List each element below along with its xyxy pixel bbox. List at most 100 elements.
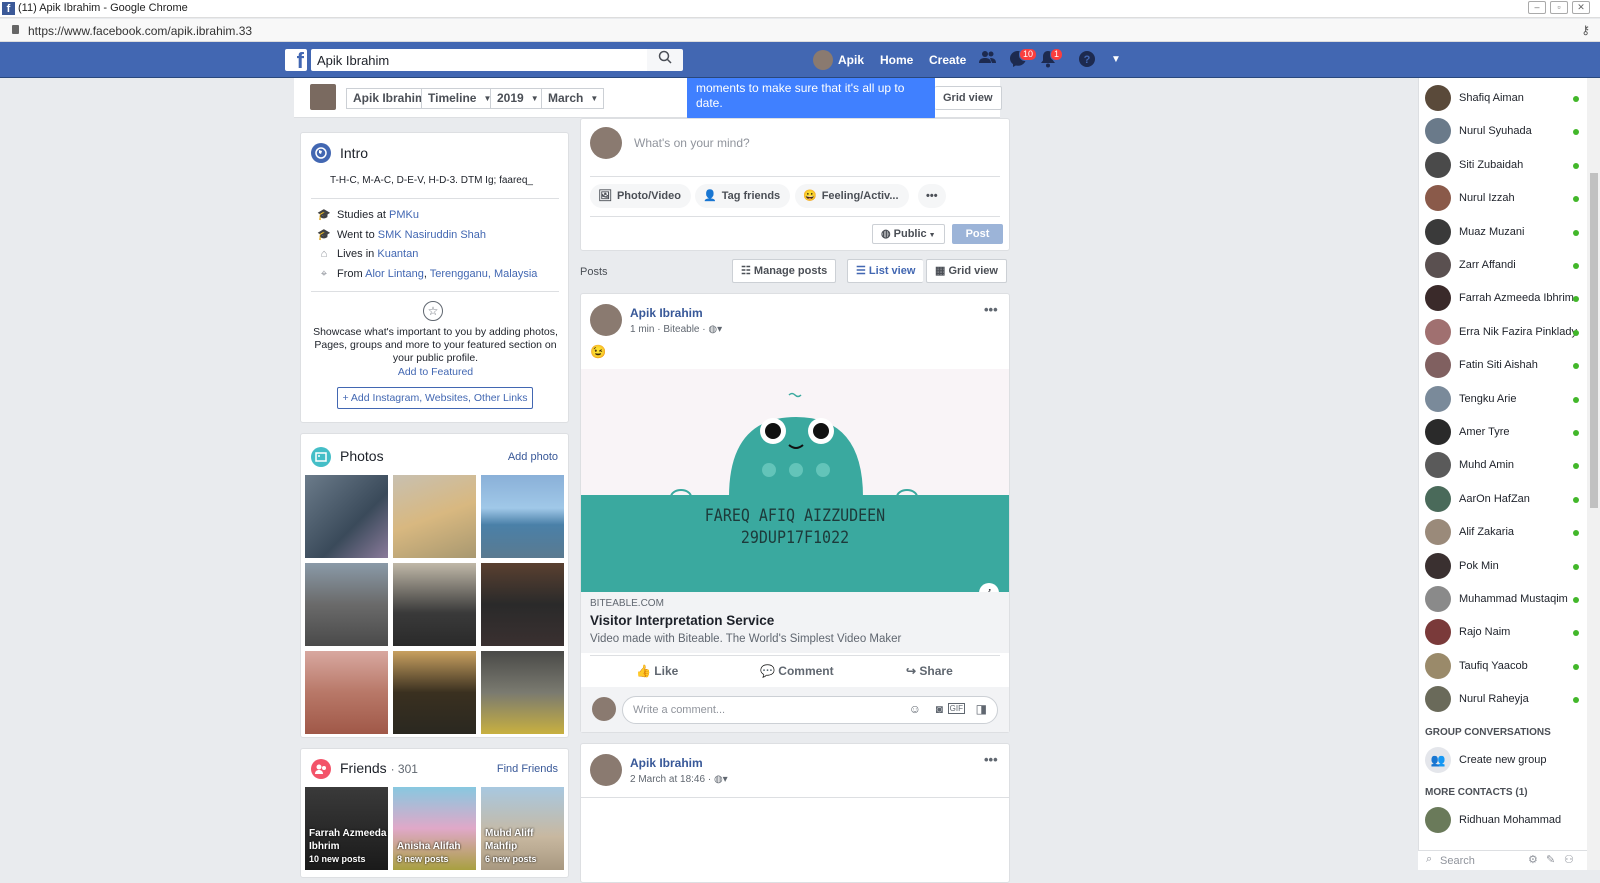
create-group-button[interactable]: 👥 Create new group	[1425, 747, 1595, 777]
photo-thumb[interactable]	[305, 651, 388, 734]
post-button[interactable]: Post	[952, 224, 1003, 244]
tag-friends-button[interactable]: 👤 Tag friends	[695, 184, 791, 208]
gear-icon[interactable]: ⚙	[1528, 853, 1538, 866]
friend-requests-icon[interactable]	[978, 50, 998, 70]
timeline-dropdown[interactable]: Timeline ▼	[421, 88, 498, 109]
contact-item[interactable]: Muaz Muzani	[1425, 218, 1595, 249]
key-icon[interactable]: ⚷	[1581, 23, 1590, 37]
contact-item[interactable]: Tengku Arie	[1425, 385, 1595, 416]
sticky-profile-picture[interactable]	[310, 84, 336, 110]
contact-item[interactable]: Ridhuan Mohammad	[1425, 807, 1595, 837]
photo-thumb[interactable]	[481, 563, 564, 646]
contact-item[interactable]: Farrah Azmeeda Ibhrim	[1425, 285, 1595, 315]
post-options-icon[interactable]: •••	[984, 752, 998, 767]
contact-item[interactable]: Pok Min	[1425, 552, 1595, 583]
find-friends-link[interactable]: Find Friends	[497, 763, 558, 775]
list-view-button[interactable]: ☰ List view	[847, 259, 924, 283]
add-photo-link[interactable]: Add photo	[508, 451, 558, 463]
contact-item[interactable]: Nurul Raheyja	[1425, 686, 1595, 716]
post-options-icon[interactable]: •••	[984, 302, 998, 317]
minimize-icon[interactable]: –	[1528, 1, 1546, 14]
close-icon[interactable]: ✕	[1572, 1, 1590, 14]
chat-search-bar[interactable]: ⌕ Search ⚙ ✎ ⚇	[1418, 850, 1588, 870]
compose-icon[interactable]: ✎	[1546, 853, 1555, 866]
add-links-button[interactable]: + Add Instagram, Websites, Other Links	[337, 387, 533, 409]
contact-item[interactable]: Fatin Siti Aishah	[1425, 352, 1595, 382]
photo-thumb[interactable]	[481, 651, 564, 734]
went-link[interactable]: SMK Nasiruddin Shah	[378, 229, 486, 241]
contact-item[interactable]: Taufiq Yaacob	[1425, 652, 1595, 683]
post-author-name[interactable]: Apik Ibrahim	[630, 756, 703, 770]
post-author-avatar[interactable]	[590, 754, 622, 786]
from-link-1[interactable]: Alor Lintang	[365, 268, 424, 280]
contact-item[interactable]: Siti Zubaidah	[1425, 151, 1595, 182]
photo-thumb[interactable]	[305, 475, 388, 558]
profile-avatar[interactable]	[813, 50, 833, 70]
contact-item[interactable]: Zarr Affandi	[1425, 252, 1595, 282]
photos-title[interactable]: Photos	[340, 448, 384, 464]
nav-home[interactable]: Home	[880, 42, 913, 78]
nav-create[interactable]: Create	[929, 42, 966, 78]
contact-item[interactable]: Nurul Syuhada	[1425, 118, 1595, 148]
photo-thumb[interactable]	[393, 475, 476, 558]
post-author-name[interactable]: Apik Ibrahim	[630, 306, 703, 320]
manage-posts-button[interactable]: ☷ Manage posts	[732, 259, 837, 283]
sticky-name[interactable]: Apik Ibrahim	[346, 88, 433, 109]
feeling-button[interactable]: 😀 Feeling/Activ...	[795, 184, 909, 208]
globe-icon[interactable]: ◍▾	[714, 774, 728, 785]
friend-tile[interactable]: Muhd Aliff Mahfip 6 new posts	[481, 787, 564, 870]
link-domain: BITEABLE.COM	[590, 598, 664, 609]
sticker-icon[interactable]: ◨	[976, 702, 987, 716]
year-dropdown[interactable]: 2019 ▼	[490, 88, 545, 109]
globe-icon[interactable]: ◍▾	[708, 324, 722, 335]
url-text[interactable]: https://www.facebook.com/apik.ibrahim.33	[28, 24, 252, 38]
comment-input[interactable]: Write a comment... ☺ ◙ GIF ◨	[622, 696, 998, 724]
contact-item[interactable]: Erra Nik Fazira Pinklady	[1425, 318, 1595, 349]
month-dropdown[interactable]: March ▼	[541, 88, 605, 109]
contact-item[interactable]: Shafiq Aiman	[1425, 85, 1595, 115]
grid-view-button[interactable]: ▦ Grid view	[926, 259, 1007, 283]
studies-link[interactable]: PMKu	[389, 209, 419, 221]
friend-tile[interactable]: Farrah Azmeeda Ibhrim 10 new posts	[305, 787, 388, 870]
like-button[interactable]: 👍 Like	[636, 664, 678, 678]
nav-profile[interactable]: Apik	[838, 42, 864, 78]
maximize-icon[interactable]: ▫	[1550, 1, 1568, 14]
photo-video-button[interactable]: 🖼 Photo/Video	[590, 184, 691, 208]
photo-thumb[interactable]	[305, 563, 388, 646]
help-icon[interactable]: ?	[1077, 50, 1097, 70]
new-group-icon[interactable]: ⚇	[1564, 853, 1574, 866]
gif-icon[interactable]: GIF	[947, 703, 965, 714]
address-bar[interactable]: https://www.facebook.com/apik.ibrahim.33…	[0, 19, 1600, 42]
facebook-logo-icon[interactable]: f	[285, 49, 307, 73]
share-button[interactable]: ↪ Share	[906, 664, 953, 678]
link-preview[interactable]: BITEABLE.COM Visitor Interpretation Serv…	[581, 592, 1009, 653]
post-author-avatar[interactable]	[590, 304, 622, 336]
search-button[interactable]	[647, 49, 683, 71]
photo-thumb[interactable]	[393, 563, 476, 646]
friends-title[interactable]: Friends · 301	[340, 760, 418, 776]
photo-thumb[interactable]	[481, 475, 564, 558]
sticky-grid-view-button[interactable]: Grid view	[935, 86, 1002, 110]
account-menu-chevron-icon[interactable]: ▼	[1106, 50, 1126, 70]
lives-link[interactable]: Kuantan	[377, 248, 418, 260]
composer-input[interactable]: What's on your mind?	[634, 136, 750, 150]
contact-item[interactable]: Muhd Amin	[1425, 452, 1595, 482]
privacy-dropdown[interactable]: ◍ Public ▼	[872, 224, 945, 244]
video-preview[interactable]: FAREQ AFIQ AIZZUDEEN 29DUP17F1022	[581, 369, 1009, 592]
search-input[interactable]	[311, 49, 647, 71]
contact-item[interactable]: Alif Zakaria	[1425, 519, 1595, 549]
photo-thumb[interactable]	[393, 651, 476, 734]
contact-item[interactable]: Rajo Naim	[1425, 619, 1595, 649]
camera-icon[interactable]: ◙	[936, 702, 943, 716]
comment-button[interactable]: 💬 Comment	[760, 664, 834, 678]
friend-tile[interactable]: Anisha Alifah 8 new posts	[393, 787, 476, 870]
from-link-2[interactable]: Terengganu, Malaysia	[430, 268, 538, 280]
contact-item[interactable]: Muhammad Mustaqim	[1425, 586, 1595, 616]
contact-item[interactable]: Amer Tyre	[1425, 419, 1595, 449]
contact-item[interactable]: AarOn HafZan	[1425, 485, 1595, 516]
add-to-featured-link[interactable]: Add to Featured	[301, 366, 570, 378]
emoji-icon[interactable]: ☺	[909, 702, 921, 716]
scrollbar-thumb[interactable]	[1590, 173, 1598, 508]
more-options-button[interactable]: •••	[918, 184, 946, 208]
contact-item[interactable]: Nurul Izzah	[1425, 185, 1595, 215]
